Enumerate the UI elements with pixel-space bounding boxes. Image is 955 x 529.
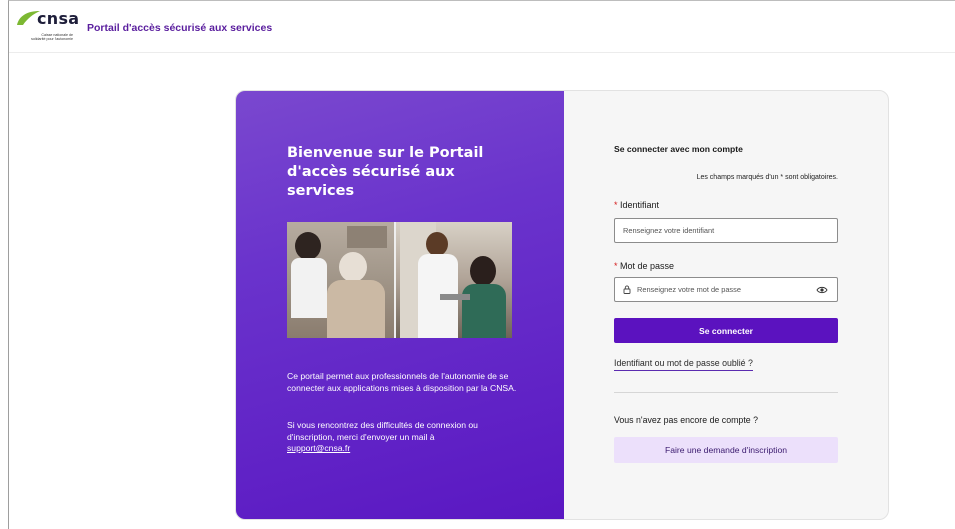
logo-subtitle: Caisse nationale de solidarité pour l'au…	[31, 33, 73, 41]
support-text: Si vous rencontrez des difficultés de co…	[287, 420, 478, 442]
password-input[interactable]: Renseignez votre mot de passe	[614, 277, 838, 302]
section-divider	[614, 392, 838, 393]
photo-right	[396, 222, 512, 338]
lock-icon	[623, 285, 633, 294]
required-star: *	[614, 200, 618, 210]
login-title: Se connecter avec mon compte	[614, 144, 743, 154]
password-placeholder: Renseignez votre mot de passe	[637, 285, 741, 294]
photo-left	[287, 222, 394, 338]
portal-description: Ce portail permet aux professionnels de …	[287, 371, 517, 393]
login-panel: Se connecter avec mon compte Les champs …	[564, 91, 888, 519]
no-account-text: Vous n'avez pas encore de compte ?	[614, 415, 758, 425]
logo-text: cnsa	[37, 9, 80, 28]
page-title: Portail d'accès sécurisé aux services	[87, 22, 273, 34]
username-placeholder: Renseignez votre identifiant	[623, 226, 715, 235]
login-button[interactable]: Se connecter	[614, 318, 838, 343]
browser-frame: cnsa Caisse nationale de solidarité pour…	[8, 0, 955, 529]
required-fields-note: Les champs marqués d'un * sont obligatoi…	[696, 174, 838, 181]
cnsa-logo[interactable]: cnsa Caisse nationale de solidarité pour…	[15, 9, 80, 47]
support-email-link[interactable]: support@cnsa.fr	[287, 443, 350, 453]
welcome-panel: Bienvenue sur le Portail d'accès sécuris…	[236, 91, 564, 519]
username-input[interactable]: Renseignez votre identifiant	[614, 218, 838, 243]
show-password-icon[interactable]	[816, 285, 828, 295]
password-label: * Mot de passe	[614, 261, 674, 271]
welcome-heading: Bienvenue sur le Portail d'accès sécuris…	[287, 145, 484, 199]
username-label-text: Identifiant	[620, 200, 660, 210]
login-card: Bienvenue sur le Portail d'accès sécuris…	[235, 90, 889, 520]
username-label: * Identifiant	[614, 200, 659, 210]
caregivers-photo	[287, 222, 512, 338]
support-description: Si vous rencontrez des difficultés de co…	[287, 420, 519, 455]
top-header: cnsa Caisse nationale de solidarité pour…	[9, 1, 955, 53]
register-button[interactable]: Faire une demande d'inscription	[614, 437, 838, 463]
required-star: *	[614, 261, 618, 271]
password-label-text: Mot de passe	[620, 261, 675, 271]
forgot-credentials-link[interactable]: Identifiant ou mot de passe oublié ?	[614, 358, 753, 371]
